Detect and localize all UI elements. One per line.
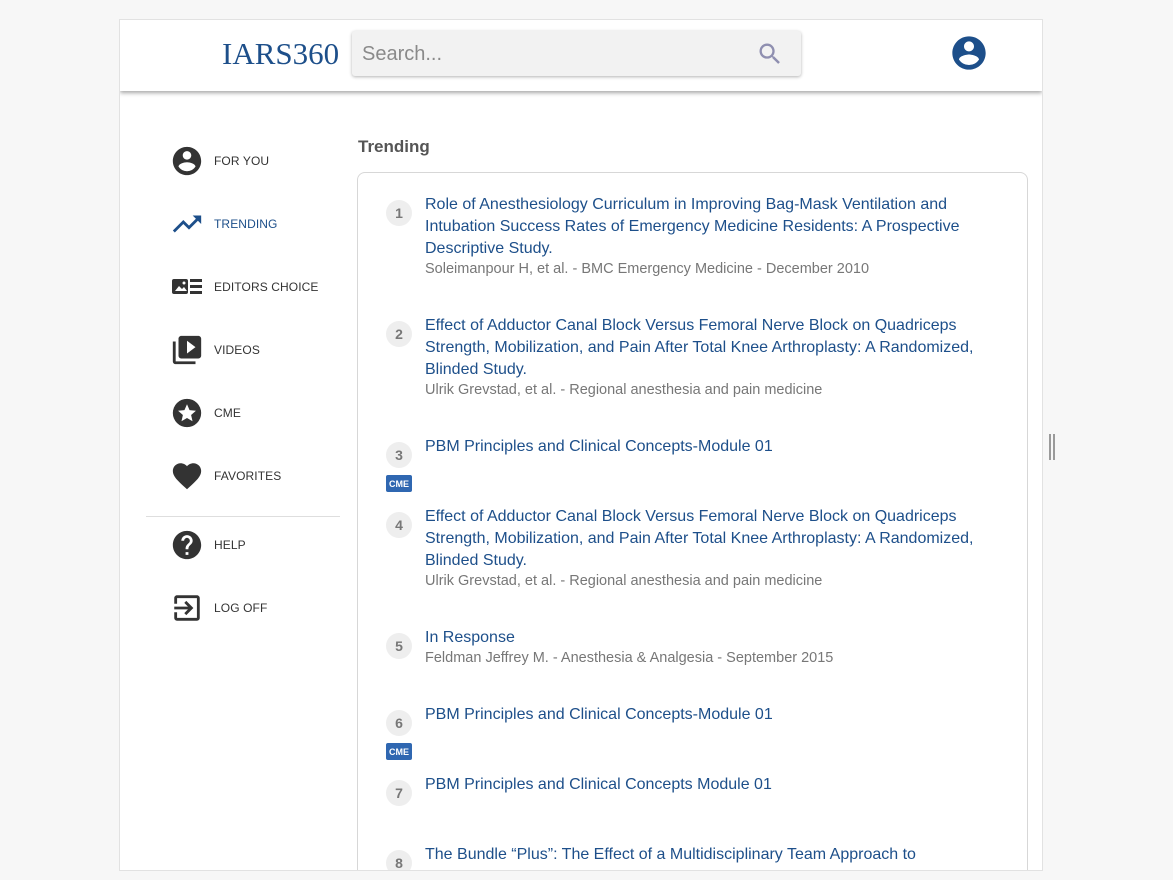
rank-number: 5 xyxy=(386,633,412,659)
search-bar xyxy=(352,31,801,76)
article-title-link[interactable]: In Response xyxy=(425,627,985,649)
section-title: Trending xyxy=(358,137,430,156)
sidebar-item-label: TRENDING xyxy=(214,217,278,231)
trending-list: 1 Role of Anesthesiology Curriculum in I… xyxy=(357,172,1028,870)
account-icon[interactable] xyxy=(949,33,989,73)
sidebar-item-label: EDITORS CHOICE xyxy=(214,280,319,294)
top-header: IARS360 xyxy=(120,20,1042,91)
rank-number: 7 xyxy=(386,780,412,806)
account-circle-icon xyxy=(170,144,204,178)
article-title-link[interactable]: The Bundle “Plus”: The Effect of a Multi… xyxy=(425,844,985,866)
article-meta: Ulrik Grevstad, et al. - Regional anesth… xyxy=(425,573,823,589)
cme-badge: CME xyxy=(386,475,412,492)
rank-number: 4 xyxy=(386,512,412,538)
sidebar: FOR YOU TRENDING EDITORS CHOICE VIDEOS C… xyxy=(120,91,350,870)
sidebar-item-cme[interactable]: CME xyxy=(170,393,241,433)
rank-number: 2 xyxy=(386,321,412,347)
rank-number: 6 xyxy=(386,710,412,736)
sidebar-item-for-you[interactable]: FOR YOU xyxy=(170,141,269,181)
rank-number: 1 xyxy=(386,200,412,226)
sidebar-item-label: FAVORITES xyxy=(214,469,282,483)
video-library-icon xyxy=(170,333,204,367)
article-meta: Soleimanpour H, et al. - BMC Emergency M… xyxy=(425,261,870,277)
sidebar-item-label: FOR YOU xyxy=(214,154,270,168)
sidebar-item-trending[interactable]: TRENDING xyxy=(170,204,277,244)
help-circle-icon xyxy=(170,528,204,562)
trending-up-icon xyxy=(170,207,204,241)
rank-number: 3 xyxy=(386,442,412,468)
sidebar-item-favorites[interactable]: FAVORITES xyxy=(170,456,281,496)
heart-icon xyxy=(170,459,204,493)
sidebar-item-editors-choice[interactable]: EDITORS CHOICE xyxy=(170,267,319,307)
article-meta: Ulrik Grevstad, et al. - Regional anesth… xyxy=(425,382,823,398)
article-meta: Feldman Jeffrey M. - Anesthesia & Analge… xyxy=(425,650,834,666)
rank-number: 8 xyxy=(386,850,412,870)
search-icon[interactable] xyxy=(756,40,784,68)
sidebar-item-help[interactable]: HELP xyxy=(170,525,246,565)
cme-badge: CME xyxy=(386,743,412,760)
sidebar-item-videos[interactable]: VIDEOS xyxy=(170,330,260,370)
featured-article-icon xyxy=(170,270,204,304)
sidebar-item-log-off[interactable]: LOG OFF xyxy=(170,588,267,628)
search-input[interactable] xyxy=(362,41,742,67)
logout-icon xyxy=(170,591,204,625)
app-window: IARS360 FOR YOU TRENDING EDITORS CHOICE … xyxy=(119,19,1043,871)
sidebar-item-label: HELP xyxy=(214,538,246,552)
sidebar-item-label: CME xyxy=(214,406,241,420)
sidebar-item-label: LOG OFF xyxy=(214,601,268,615)
sidebar-item-label: VIDEOS xyxy=(214,343,260,357)
star-circle-icon xyxy=(170,396,204,430)
sidebar-divider xyxy=(146,516,340,517)
app-logo[interactable]: IARS360 xyxy=(222,36,339,72)
article-title-link[interactable]: Effect of Adductor Canal Block Versus Fe… xyxy=(425,506,985,572)
article-title-link[interactable]: PBM Principles and Clinical Concepts-Mod… xyxy=(425,436,985,458)
article-title-link[interactable]: PBM Principles and Clinical Concepts Mod… xyxy=(425,774,985,796)
resize-handle[interactable] xyxy=(1049,434,1055,460)
article-title-link[interactable]: PBM Principles and Clinical Concepts-Mod… xyxy=(425,704,985,726)
article-title-link[interactable]: Role of Anesthesiology Curriculum in Imp… xyxy=(425,194,985,260)
article-title-link[interactable]: Effect of Adductor Canal Block Versus Fe… xyxy=(425,315,985,381)
